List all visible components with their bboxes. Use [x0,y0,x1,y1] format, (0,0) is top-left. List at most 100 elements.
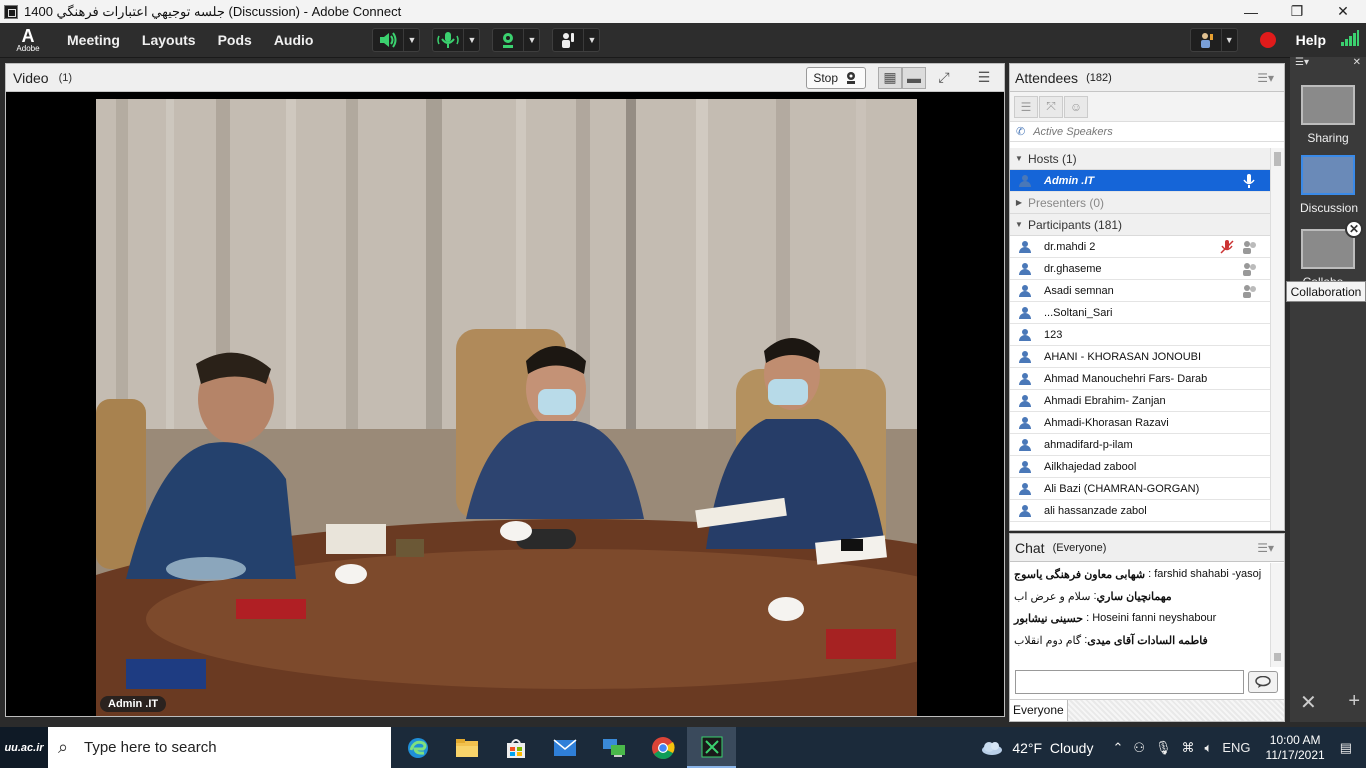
add-layout-icon[interactable]: + [1348,690,1360,715]
attendee-name: ...Soltani_Sari [1044,306,1113,319]
attendee-name: Asadi semnan [1044,284,1114,297]
layout-sharing[interactable]: Sharing [1300,85,1356,145]
layout-discussion[interactable]: Discussion [1300,155,1358,215]
microphone-tray-icon[interactable]: 🎙︎ [1155,740,1172,756]
send-message-button[interactable] [1248,671,1278,693]
network-status-icon[interactable]: ⚇ [1133,740,1145,756]
microphone-dropdown-icon[interactable]: ▼ [463,29,479,51]
menu-bar: A Adobe Meeting Layouts Pods Audio ▼ ▼ ▼… [0,23,1366,58]
pod-options-icon[interactable]: ☰ [972,67,996,89]
attendee-row[interactable]: Ahmadi-Khorasan Razavi [1010,412,1271,434]
chat-scrollbar[interactable] [1270,563,1284,667]
attendee-row-host[interactable]: Admin .IT [1010,170,1271,192]
minimize-button[interactable]: — [1228,0,1274,23]
layouts-close-icon[interactable]: ✕ [1353,57,1361,71]
chat-message-text: گام دوم انقلاب [1014,634,1082,647]
fullscreen-icon[interactable]: ⤢ [932,67,956,89]
webcam-icon[interactable] [493,29,523,51]
mail-icon[interactable] [540,727,589,768]
raise-hand-dropdown-icon[interactable]: ▼ [583,29,599,51]
file-explorer-icon[interactable] [442,727,491,768]
attendee-list-scrollbar[interactable] [1270,148,1284,530]
language-indicator[interactable]: ENG [1222,740,1250,755]
person-icon [1018,240,1032,254]
chrome-browser-icon[interactable] [638,727,687,768]
chat-message-prefix: شهابی معاون فرهنگی یاسوج [1014,568,1146,581]
attendee-row[interactable]: ...Soltani_Sari [1010,302,1271,324]
remove-layout-icon[interactable]: ✕ [1345,220,1363,238]
chat-tab-bar: Everyone [1010,699,1284,721]
chat-tab-everyone[interactable]: Everyone [1010,700,1068,721]
help-menu[interactable]: Help [1296,32,1326,48]
attendee-row[interactable]: dr.mahdi 2 [1010,236,1271,258]
chat-message-input[interactable] [1015,670,1244,694]
volume-icon[interactable]: 🔈︎ [1205,740,1213,756]
scrollbar-thumb[interactable] [1274,653,1281,661]
video-pod-title: Video [13,69,49,86]
participants-group-header[interactable]: ▼ Participants (181) [1010,214,1271,236]
attendee-name: AHANI - KHORASAN JONOUBI [1044,350,1202,363]
layouts-menu-icon[interactable]: ☰▾ [1295,57,1309,71]
speaker-icon[interactable] [373,29,403,51]
attendee-row[interactable]: Ahmadi Ebrahim- Zanjan [1010,390,1271,412]
notifications-icon[interactable]: ▤ [1340,740,1352,756]
layout-collaboration[interactable]: Collabo... [1300,229,1356,283]
chat-options-icon[interactable]: ☰▾ [1257,541,1274,555]
breakout-view-icon[interactable]: ⤧ [1039,95,1063,118]
taskbar-search[interactable]: ⌕ Type here to search [48,727,391,768]
attendee-row[interactable]: dr.ghaseme [1010,258,1271,280]
attendee-name: ahmadifard-p-ilam [1044,438,1133,451]
person-icon [1018,284,1032,298]
chat-message-text: farshid shahabi -yasoj [1154,568,1262,580]
record-icon[interactable] [1259,32,1276,48]
network-icon[interactable]: ⌘ [1182,740,1195,756]
expanded-triangle-icon: ▼ [1015,154,1023,163]
attendee-row[interactable]: ali hassanzade zabol [1010,500,1271,522]
microphone-icon[interactable] [433,29,463,51]
hosts-group-header[interactable]: ▼ Hosts (1) [1010,148,1271,170]
raise-hand-icon[interactable] [553,29,583,51]
status-person-icon[interactable] [1191,29,1221,51]
attendees-options-icon[interactable]: ☰▾ [1257,71,1274,85]
microsoft-store-icon[interactable] [491,727,540,768]
webcam-dropdown-icon[interactable]: ▼ [523,29,539,51]
status-view-icon[interactable]: ☺ [1064,95,1088,118]
attendee-row[interactable]: AHANI - KHORASAN JONOUBI [1010,346,1271,368]
status-control: ▼ [1189,28,1238,52]
attendee-row[interactable]: 123 [1010,324,1271,346]
attendee-row[interactable]: Ahmad Manouchehri Fars- Darab [1010,368,1271,390]
menu-pods[interactable]: Pods [207,32,263,48]
close-button[interactable]: ✕ [1320,0,1366,23]
chat-message-sender: مهمانچيان ساري [1096,590,1172,603]
attendee-row[interactable]: Ailkhajedad zabool [1010,456,1271,478]
status-dropdown-icon[interactable]: ▼ [1220,29,1237,51]
start-button[interactable]: uu.ac.ir [0,727,48,768]
menu-audio[interactable]: Audio [263,32,325,48]
remote-desktop-icon[interactable] [589,727,638,768]
restore-button[interactable]: ❐ [1274,0,1320,23]
edge-browser-icon[interactable] [393,727,442,768]
attendee-row[interactable]: Asadi semnan [1010,280,1271,302]
show-hidden-icons-icon[interactable]: ⌃ [1112,740,1123,756]
menu-layouts[interactable]: Layouts [131,32,207,48]
menu-meeting[interactable]: Meeting [56,32,131,48]
manage-layouts-icon[interactable]: ✕ [1300,690,1317,715]
webcam-control: ▼ [492,28,541,52]
grid-view-icon[interactable]: ▦ [878,66,902,89]
attendees-pod-header: Attendees (182) ☰▾ [1010,64,1284,92]
person-icon [1018,350,1032,364]
attendee-row[interactable]: Ali Bazi (CHAMRAN-GORGAN) [1010,478,1271,500]
weather-widget[interactable]: 42°F Cloudy [980,740,1093,756]
stop-webcam-button[interactable]: Stop [806,66,866,89]
layouts-panel: ☰▾ ✕ Sharing Discussion Collabo... [1290,57,1366,722]
scrollbar-thumb[interactable] [1274,152,1281,166]
taskbar-clock[interactable]: 10:00 AM 11/17/2021 [1266,733,1325,763]
filmstrip-view-icon[interactable]: ▬ [902,66,926,89]
adobe-connect-taskbar-icon[interactable] [687,727,736,768]
presenters-group-header[interactable]: ▶ Presenters (0) [1010,192,1271,214]
attendee-name: dr.mahdi 2 [1044,240,1096,253]
list-view-icon[interactable]: ☰ [1014,95,1038,118]
attendee-row[interactable]: ahmadifard-p-ilam [1010,434,1271,456]
speaker-dropdown-icon[interactable]: ▼ [403,29,419,51]
adobe-logo: A Adobe [0,23,56,58]
